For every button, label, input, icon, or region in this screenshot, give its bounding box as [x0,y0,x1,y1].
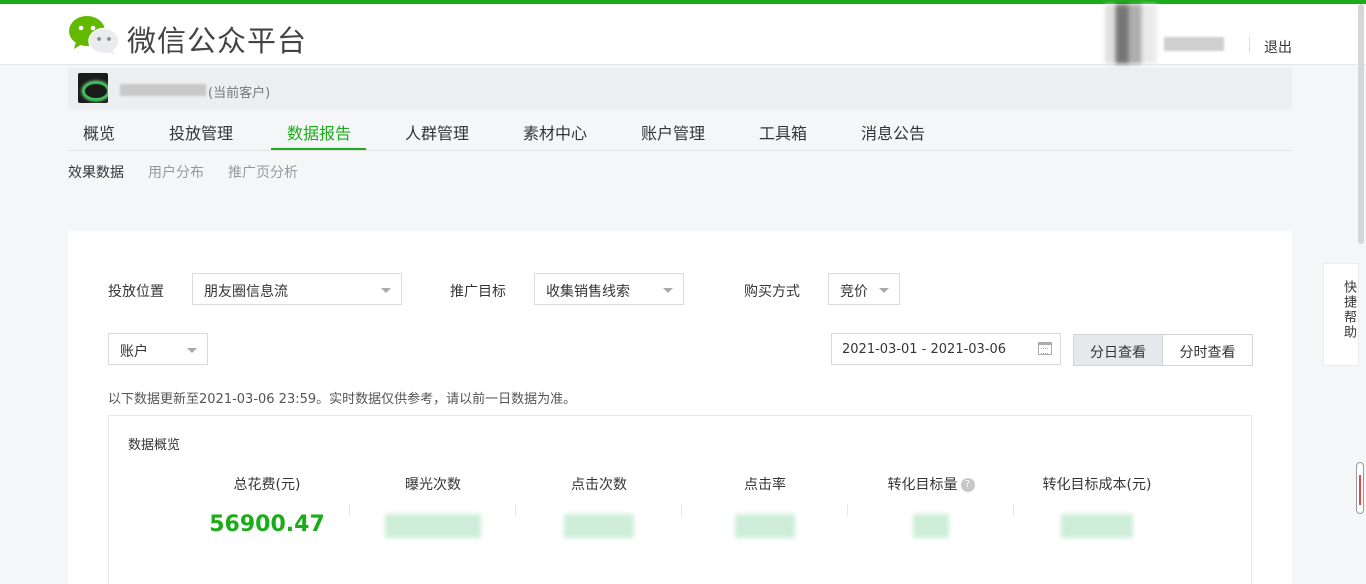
metric-conversion-cost: 转化目标成本(元) [1014,474,1180,538]
metric-value-redacted [564,514,634,538]
wechat-logo-icon [69,16,120,55]
platform-title: 微信公众平台 [127,24,308,58]
metric-value-redacted [385,514,481,538]
metric-value-redacted [735,514,795,538]
main-nav: 概览 投放管理 数据报告 人群管理 素材中心 账户管理 工具箱 消息公告 [68,110,1292,151]
date-range-picker[interactable]: 2021-03-01 - 2021-03-06 [831,333,1061,365]
daily-view-button[interactable]: 分日查看 [1073,334,1163,366]
chevron-down-icon [879,288,889,293]
data-overview-panel: 数据概览 总花费(元) 56900.47 曝光次数 点击次数 点击率 转化目标量… [108,415,1252,584]
nav-data-report[interactable]: 数据报告 [287,120,351,144]
placement-label: 投放位置 [108,284,164,300]
metric-total-cost: 总花费(元) 56900.47 [184,474,350,540]
nav-active-underline [271,148,366,150]
metric-ctr: 点击率 [682,474,848,538]
goal-label: 推广目标 [450,284,506,300]
level-select[interactable]: 账户 [108,333,208,365]
buy-method-select[interactable]: 竞价 [828,273,900,305]
user-name [1164,37,1224,51]
nav-audience-management[interactable]: 人群管理 [405,120,469,144]
calendar-icon [1038,342,1052,355]
metric-label: 转化目标量 [887,477,958,493]
subnav-performance-data[interactable]: 效果数据 [68,162,124,182]
buy-method-value: 竞价 [840,284,868,300]
metric-impressions: 曝光次数 [350,474,516,538]
data-update-notice: 以下数据更新至2021-03-06 23:59。实时数据仅供参考，请以前一日数据… [108,392,577,407]
chevron-down-icon [381,288,391,293]
logout-link[interactable]: 退出 [1264,37,1292,57]
current-client-label: (当前客户) [208,86,271,101]
placement-value: 朋友圈信息流 [204,284,288,300]
header: 微信公众平台 退出 [0,4,1366,65]
nav-toolbox[interactable]: 工具箱 [759,120,807,144]
chevron-down-icon [187,348,197,353]
goal-value: 收集销售线索 [546,284,630,300]
buy-method-label: 购买方式 [744,284,800,300]
page-scrollbar-track[interactable] [1358,4,1364,244]
metric-label: 点击次数 [571,477,627,493]
metric-clicks: 点击次数 [516,474,682,538]
nav-asset-center[interactable]: 素材中心 [523,120,587,144]
metric-conversions: 转化目标量? [848,474,1014,538]
overview-title: 数据概览 [128,438,181,453]
report-card: 投放位置 朋友圈信息流 推广目标 收集销售线索 购买方式 竞价 账户 2021-… [68,231,1292,584]
date-range-value: 2021-03-01 - 2021-03-06 [842,342,1007,357]
metric-label: 点击率 [744,477,786,493]
metric-value: 56900.47 [209,512,325,537]
nav-ad-management[interactable]: 投放管理 [169,120,233,144]
metric-label-row: 转化目标量? [848,474,1014,494]
metric-label: 总花费(元) [233,477,301,493]
placement-select[interactable]: 朋友圈信息流 [192,273,402,305]
metric-label: 曝光次数 [405,477,461,493]
account-name [120,84,206,96]
quick-help-button[interactable]: 快捷帮助 [1323,263,1359,366]
nav-account-management[interactable]: 账户管理 [641,120,705,144]
level-value: 账户 [120,344,148,360]
user-avatar[interactable] [1105,4,1157,64]
scroll-handle[interactable] [1356,462,1364,514]
subnav-user-distribution[interactable]: 用户分布 [148,162,204,182]
subnav-landing-page-analysis[interactable]: 推广页分析 [228,162,298,182]
help-icon[interactable]: ? [960,478,975,492]
chevron-down-icon [663,288,673,293]
view-mode-toggle: 分日查看 分时查看 [1073,334,1253,366]
metric-value-redacted [1061,514,1133,538]
hourly-view-button[interactable]: 分时查看 [1163,334,1253,366]
nav-announcements[interactable]: 消息公告 [861,120,925,144]
account-avatar [78,73,108,103]
metric-value-redacted [913,514,949,538]
metric-label: 转化目标成本(元) [1042,477,1152,493]
goal-select[interactable]: 收集销售线索 [534,273,684,305]
header-divider [1249,37,1250,53]
account-bar: (当前客户) [68,68,1292,110]
nav-overview[interactable]: 概览 [83,120,115,144]
